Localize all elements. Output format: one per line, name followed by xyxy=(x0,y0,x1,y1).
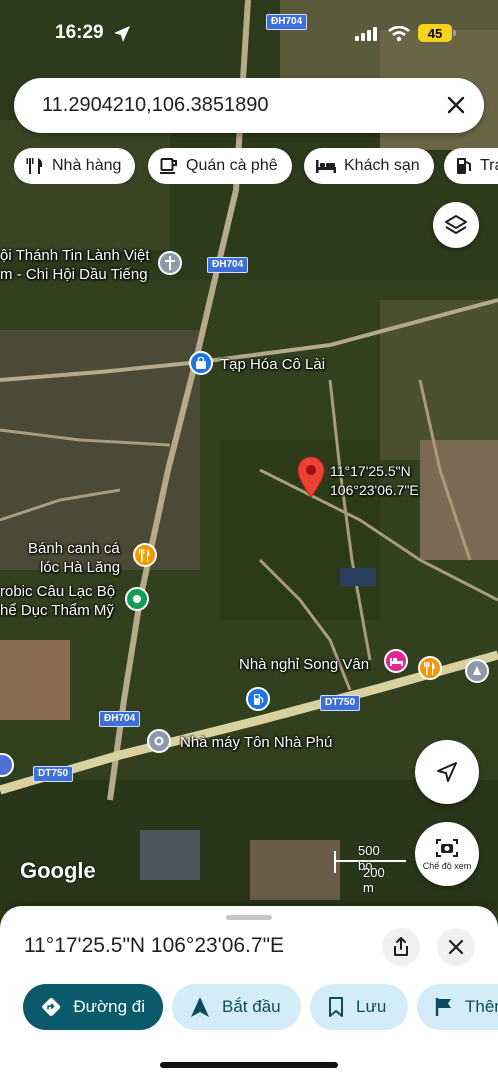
chip-restaurants[interactable]: Nhà hàng xyxy=(14,148,136,184)
place-label-club[interactable]: robic Câu Lạc Bộ xyxy=(0,582,115,601)
scale-meters: 200 m xyxy=(363,865,385,895)
share-button[interactable] xyxy=(382,928,420,966)
save-button[interactable]: Lưu xyxy=(310,984,408,1030)
add-label-button[interactable]: Thêm nhãn xyxy=(417,984,498,1030)
bed-icon[interactable] xyxy=(384,649,408,673)
cellular-signal-icon xyxy=(355,27,377,41)
restaurant-icon xyxy=(26,158,43,174)
camera-view-label: Chế độ xem xyxy=(422,861,472,871)
location-arrow-icon xyxy=(114,26,130,42)
street-view-button[interactable]: Chế độ xem xyxy=(415,822,479,886)
location-icon[interactable] xyxy=(147,729,171,753)
chip-label: Quán cà phê xyxy=(186,157,278,174)
place-label-church[interactable]: m - Chi Hội Dầu Tiếng xyxy=(0,265,148,284)
pin-longitude-label: 106°23'06.7"E xyxy=(330,482,419,498)
place-label-shop[interactable]: Tạp Hóa Cô Lài xyxy=(220,355,325,374)
place-sheet[interactable]: 11°17'25.5"N 106°23'06.7"E Đường đi Bắt … xyxy=(0,906,498,1080)
shopping-bag-icon[interactable] xyxy=(189,351,213,375)
chip-hotels[interactable]: Khách sạn xyxy=(304,148,434,184)
gas-station-icon[interactable] xyxy=(246,687,270,711)
sheet-grabber[interactable] xyxy=(226,915,272,920)
layers-button[interactable] xyxy=(433,202,479,248)
place-label-noodle[interactable]: lóc Hà Lăng xyxy=(40,558,120,577)
church-icon[interactable] xyxy=(158,251,182,275)
place-label-motel[interactable]: Nhà nghỉ Song Vân xyxy=(239,655,369,674)
directions-icon xyxy=(42,998,61,1016)
battery-icon: 45 xyxy=(418,24,452,42)
category-chips: Nhà hàng Quán cà phê Khách sạn Trạm xăng xyxy=(14,148,498,184)
save-label: Lưu xyxy=(356,997,387,1016)
status-bar: 16:29 45 xyxy=(0,0,498,60)
directions-button[interactable]: Đường đi xyxy=(23,984,163,1030)
road-shield-dt750: DT750 xyxy=(320,695,361,711)
landmark-icon[interactable] xyxy=(465,659,489,683)
chip-label: Trạm xăng xyxy=(480,157,498,174)
battery-level: 45 xyxy=(427,25,443,41)
share-icon xyxy=(394,937,408,956)
directions-label: Đường đi xyxy=(73,997,145,1016)
chip-gas-stations[interactable]: Trạm xăng xyxy=(444,148,498,184)
start-label: Bắt đầu xyxy=(222,997,281,1016)
place-label-club[interactable]: hể Dục Thẩm Mỹ xyxy=(0,601,114,620)
flag-icon xyxy=(435,998,451,1016)
road-shield-dh704: ĐH704 xyxy=(207,257,249,273)
gas-station-icon xyxy=(457,158,471,174)
scale-tick xyxy=(334,851,336,873)
start-button[interactable]: Bắt đầu xyxy=(172,984,301,1030)
chip-label: Khách sạn xyxy=(344,157,420,174)
battery-cap xyxy=(453,30,456,36)
status-time: 16:29 xyxy=(55,22,104,43)
pin-latitude-label: 11°17'25.5"N xyxy=(330,463,411,479)
action-row: Đường đi Bắt đầu Lưu Thêm nhãn xyxy=(0,984,498,1032)
place-label-noodle[interactable]: Bánh canh cá xyxy=(28,539,120,558)
google-logo: Google xyxy=(20,858,96,883)
road-shield-dh704: ĐH704 xyxy=(99,711,141,727)
navigation-arrow-icon xyxy=(437,762,457,782)
close-icon xyxy=(447,96,465,114)
restaurant-icon[interactable] xyxy=(133,543,157,567)
place-label-church[interactable]: ội Thánh Tin Lành Việt xyxy=(0,246,150,265)
home-indicator[interactable] xyxy=(160,1062,338,1068)
navigation-arrow-icon xyxy=(191,997,209,1017)
coffee-icon xyxy=(160,158,177,174)
close-icon xyxy=(448,939,464,955)
clear-search-button[interactable] xyxy=(442,91,470,119)
layers-icon xyxy=(445,215,467,234)
place-title: 11°17'25.5"N 106°23'06.7"E xyxy=(24,934,285,957)
bookmark-icon xyxy=(329,997,343,1017)
chip-label: Nhà hàng xyxy=(52,157,122,174)
wifi-icon xyxy=(388,26,410,42)
road-shield-dt750: DT750 xyxy=(33,766,74,782)
camera-icon xyxy=(436,839,458,857)
restaurant-icon[interactable] xyxy=(418,656,442,680)
my-location-button[interactable] xyxy=(415,740,479,804)
dropped-pin-icon[interactable] xyxy=(296,456,326,503)
bed-icon xyxy=(316,160,336,173)
close-sheet-button[interactable] xyxy=(437,928,475,966)
search-query[interactable]: 11.2904210,106.3851890 xyxy=(42,94,269,117)
chip-coffee[interactable]: Quán cà phê xyxy=(148,148,292,184)
fitness-icon[interactable] xyxy=(125,587,149,611)
search-bar[interactable]: 11.2904210,106.3851890 xyxy=(14,78,484,133)
add-label-label: Thêm nhãn xyxy=(465,997,498,1016)
place-label-factory[interactable]: Nhà máy Tôn Nhà Phú xyxy=(180,733,332,752)
